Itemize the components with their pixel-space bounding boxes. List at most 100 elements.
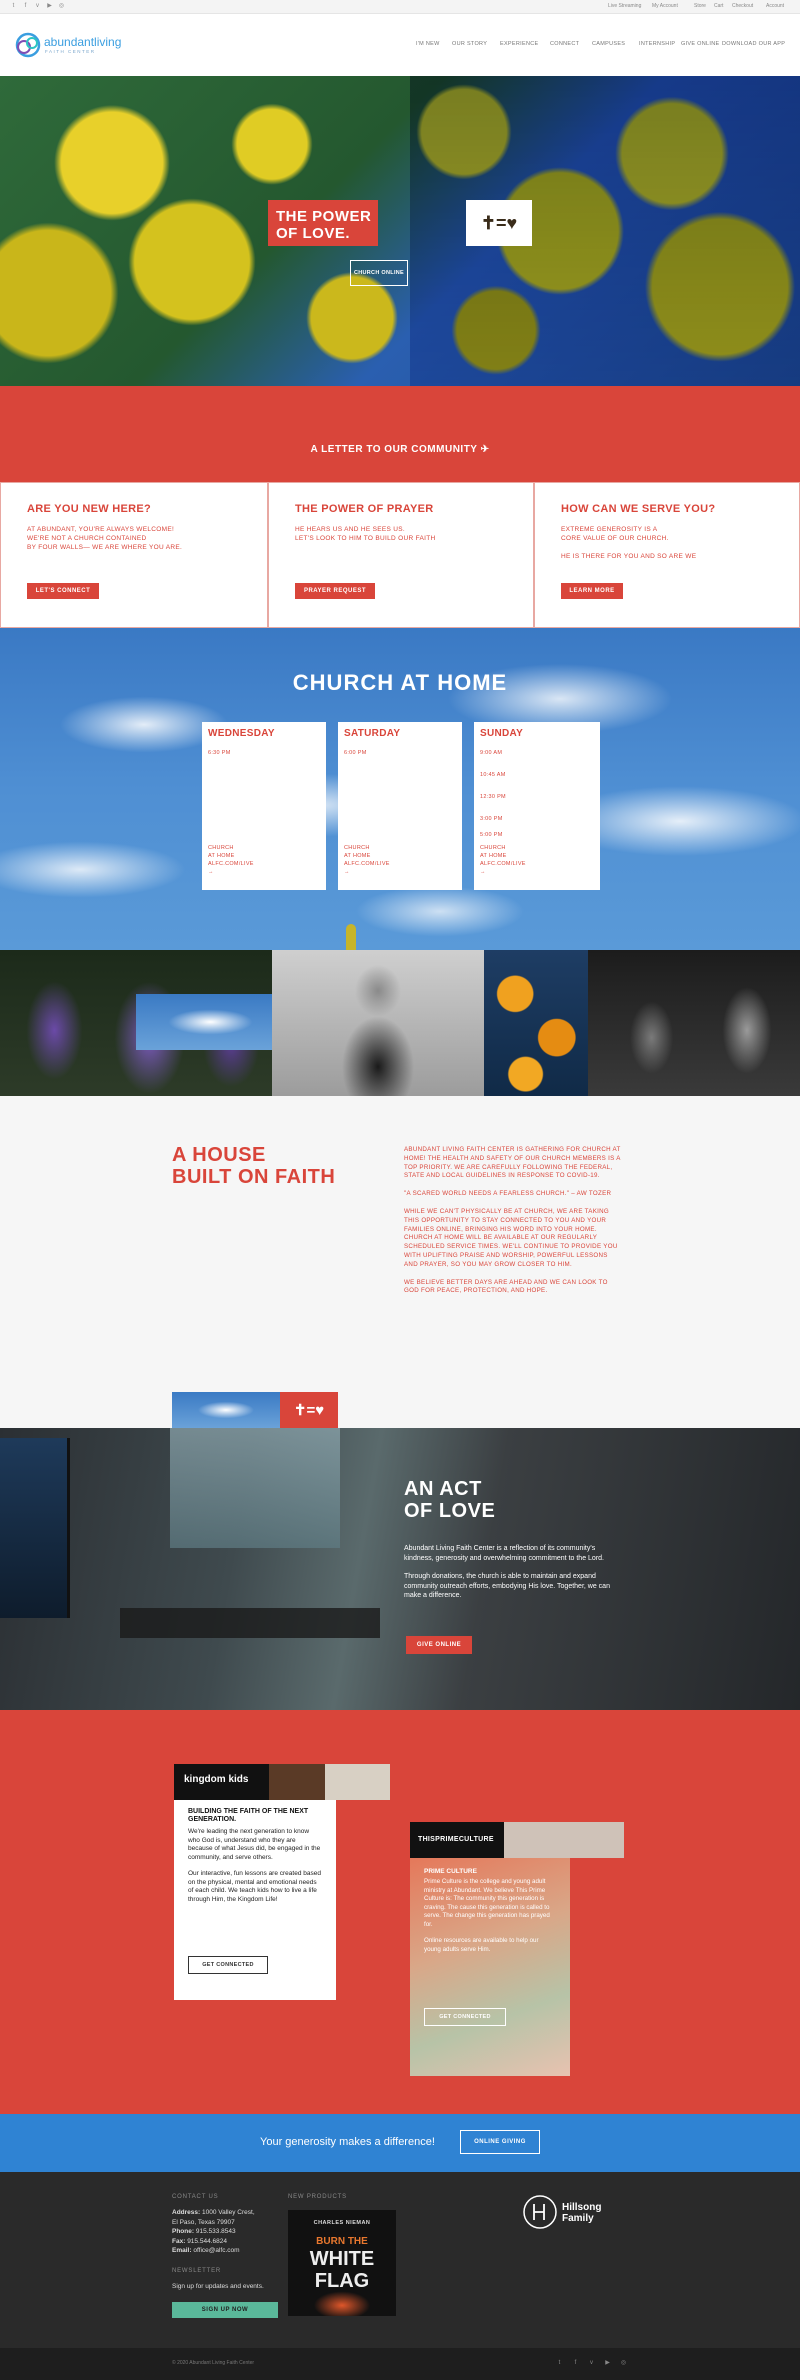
address-line: Address: 1000 Valley Crest,	[172, 2208, 282, 2218]
prayer-request-button[interactable]: PRAYER REQUEST	[295, 583, 375, 599]
toplink-live[interactable]: Live Streaming	[608, 3, 641, 9]
location-line: CHURCH	[344, 845, 370, 851]
kingdom-kids-logo: kingdom kids	[184, 1774, 249, 1785]
contact-heading: CONTACT US	[172, 2194, 219, 2200]
address-label: Address:	[172, 2209, 201, 2216]
toplink-cart[interactable]: Cart	[714, 3, 723, 9]
church-at-home-section: CHURCH AT HOME WEDNESDAY 6:30 PM CHURCH …	[0, 628, 800, 950]
twitter-icon[interactable]: t	[556, 2360, 563, 2367]
lets-connect-button[interactable]: LET'S CONNECT	[27, 583, 99, 599]
box-text: EXTREME GENEROSITY IS A CORE VALUE OF OU…	[561, 525, 761, 561]
service-time: 5:00 PM	[480, 832, 503, 838]
site-logo[interactable]: abundantliving FAITH CENTER	[14, 30, 134, 62]
cross-equals-heart-icon: ✝=♥	[293, 1402, 325, 1419]
location[interactable]: CHURCH AT HOME ALFC.COM/LIVE →	[208, 844, 254, 876]
phone-label: Phone:	[172, 2228, 195, 2235]
prime-paragraph: Online resources are available to help o…	[424, 1937, 539, 1953]
letter-link[interactable]: A LETTER TO OUR COMMUNITY ✈	[0, 444, 800, 455]
giving-text: Your generosity makes a difference!	[260, 2136, 435, 2148]
act-paragraph: Abundant Living Faith Center is a reflec…	[404, 1545, 604, 1562]
letter-section: A LETTER TO OUR COMMUNITY ✈	[0, 386, 800, 482]
location-line: AT HOME	[480, 853, 507, 859]
instagram-icon[interactable]: ◎	[620, 2360, 627, 2367]
info-box-serve: HOW CAN WE SERVE YOU? EXTREME GENEROSITY…	[534, 482, 800, 628]
nav-download-app[interactable]: DOWNLOAD OUR APP	[722, 41, 785, 47]
toplink-store[interactable]: Store	[694, 3, 706, 9]
location[interactable]: CHURCH AT HOME ALFC.COM/LIVE →	[344, 844, 390, 876]
footer-contact: CONTACT US Address: 1000 Valley Crest, E…	[172, 2194, 282, 2291]
hero-equation-badge: ✝=♥	[466, 200, 532, 246]
kingdom-kids-header: kingdom kids	[174, 1764, 390, 1800]
email-value[interactable]: office@alfc.com	[193, 2247, 239, 2254]
service-time: 10:45 AM	[480, 772, 506, 778]
service-time: 12:30 PM	[480, 794, 506, 800]
facebook-icon[interactable]: f	[22, 3, 29, 10]
prime-culture-header: THISPRIMECULTURE	[410, 1822, 624, 1858]
info-box-new-here: ARE YOU NEW HERE? AT ABUNDANT, YOU'RE AL…	[0, 482, 268, 628]
email-line: Email: office@alfc.com	[172, 2246, 282, 2256]
nav-im-new[interactable]: I'M NEW	[416, 41, 440, 47]
toplink-account[interactable]: My Account	[652, 3, 678, 9]
vimeo-icon[interactable]: v	[34, 3, 41, 10]
window-image	[170, 1428, 340, 1548]
twitter-icon[interactable]: t	[10, 3, 17, 10]
phone-line: Phone: 915.533.8543	[172, 2227, 282, 2237]
faith-paragraph: WHILE WE CAN'T PHYSICALLY BE AT CHURCH, …	[404, 1207, 618, 1268]
box-line: CORE VALUE OF OUR CHURCH.	[561, 535, 669, 542]
prime-culture-logo: THISPRIMECULTURE	[418, 1836, 494, 1843]
vimeo-icon[interactable]: v	[588, 2360, 595, 2367]
fax-value: 915.544.6824	[187, 2237, 227, 2245]
hero-title-line2: OF LOVE.	[276, 225, 351, 242]
box-line: BY FOUR WALLS— WE ARE WHERE YOU ARE.	[27, 544, 183, 551]
products-heading: NEW PRODUCTS	[288, 2194, 347, 2200]
box-title: HOW CAN WE SERVE YOU?	[561, 503, 716, 515]
prime-heading: PRIME CULTURE	[424, 1868, 477, 1875]
photo-strip	[0, 950, 800, 1096]
box-line: WE'RE NOT A CHURCH CONTAINED	[27, 535, 147, 542]
signup-button[interactable]: SIGN UP NOW	[172, 2302, 278, 2318]
online-giving-button[interactable]: ONLINE GIVING	[460, 2130, 540, 2154]
box-text: AT ABUNDANT, YOU'RE ALWAYS WELCOME! WE'R…	[27, 525, 227, 552]
facebook-icon[interactable]: f	[572, 2360, 579, 2367]
youtube-icon[interactable]: ▶	[46, 3, 53, 10]
day-card-saturday: SATURDAY 6:00 PM CHURCH AT HOME ALFC.COM…	[338, 722, 462, 890]
service-time: 6:30 PM	[208, 750, 231, 756]
learn-more-button[interactable]: LEARN MORE	[561, 583, 623, 599]
arrow-icon: →	[344, 869, 350, 875]
email-label: Email:	[172, 2247, 192, 2254]
youtube-icon[interactable]: ▶	[604, 2360, 611, 2367]
location-line: AT HOME	[344, 853, 371, 859]
top-bar: t f v ▶ ◎ Live Streaming My Account Stor…	[0, 0, 800, 14]
act-body: Abundant Living Faith Center is a reflec…	[404, 1544, 626, 1601]
nav-campuses[interactable]: CAMPUSES	[592, 41, 625, 47]
instagram-icon[interactable]: ◎	[58, 3, 65, 10]
nav-our-story[interactable]: OUR STORY	[452, 41, 487, 47]
nav-experience[interactable]: EXPERIENCE	[500, 41, 538, 47]
kids-paragraph: We're leading the next generation to kno…	[188, 1828, 321, 1861]
toplink-checkout[interactable]: Checkout	[732, 3, 753, 9]
location[interactable]: CHURCH AT HOME ALFC.COM/LIVE →	[480, 844, 526, 876]
toplink-account2[interactable]: Account	[766, 3, 784, 9]
table-image	[120, 1608, 380, 1638]
day-card-sunday: SUNDAY 9:00 AM 10:45 AM 12:30 PM 3:00 PM…	[474, 722, 600, 890]
nav-give-online[interactable]: GIVE ONLINE	[681, 41, 719, 47]
nav-connect[interactable]: CONNECT	[550, 41, 579, 47]
location-line: AT HOME	[208, 853, 235, 859]
prime-culture-card: PRIME CULTURE Prime Culture is the colle…	[410, 1858, 570, 2076]
give-online-button[interactable]: GIVE ONLINE	[406, 1636, 472, 1654]
service-time: 9:00 AM	[480, 750, 503, 756]
hillsong-mark-icon	[523, 2195, 557, 2229]
prime-get-connected-button[interactable]: GET CONNECTED	[424, 2008, 506, 2026]
fax-line: Fax: 915.544.6824	[172, 2237, 282, 2247]
photo-pastor	[272, 950, 484, 1096]
tv-screen-image	[0, 1438, 70, 1618]
phone-value[interactable]: 915.533.8543	[196, 2228, 236, 2235]
kids-get-connected-button[interactable]: GET CONNECTED	[188, 1956, 268, 1974]
act-of-love-section: AN ACT OF LOVE Abundant Living Faith Cen…	[0, 1428, 800, 1710]
hillsong-family-logo[interactable]: Hillsong Family	[522, 2194, 622, 2234]
nav-internship[interactable]: INTERNSHIP	[639, 41, 675, 47]
act-title-line1: AN ACT	[404, 1478, 482, 1500]
faith-body: ABUNDANT LIVING FAITH CENTER IS GATHERIN…	[404, 1146, 622, 1305]
book-product-image[interactable]: CHARLES NIEMAN BURN THE WHITE FLAG	[288, 2210, 396, 2316]
church-online-button[interactable]: CHURCH ONLINE	[350, 260, 408, 286]
